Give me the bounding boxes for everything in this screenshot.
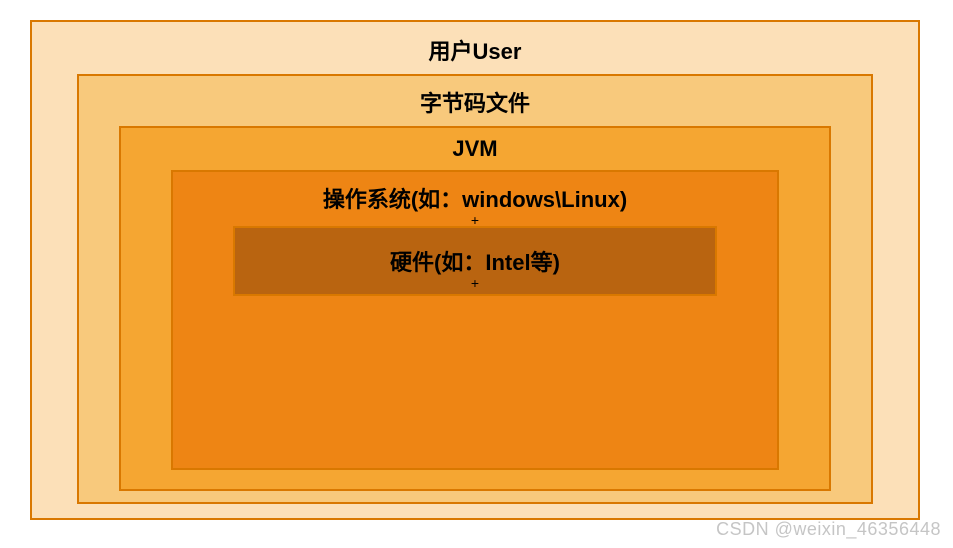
layer-hardware-label: 硬件(如：Intel等) <box>390 245 560 277</box>
layer-user-label: 用户User <box>77 34 873 66</box>
layer-jvm: JVM 操作系统(如：windows\Linux) 硬件(如：Intel等) <box>119 126 831 491</box>
layer-user: 用户User 字节码文件 JVM 操作系统(如：windows\Linux) 硬… <box>30 20 920 520</box>
watermark-text: CSDN @weixin_46356448 <box>716 519 941 540</box>
layer-jvm-label: JVM <box>171 136 779 162</box>
layer-os: 操作系统(如：windows\Linux) 硬件(如：Intel等) <box>171 170 779 470</box>
layer-bytecode: 字节码文件 JVM 操作系统(如：windows\Linux) 硬件(如：Int… <box>77 74 873 504</box>
layer-bytecode-label: 字节码文件 <box>119 86 831 118</box>
layer-hardware: 硬件(如：Intel等) <box>233 226 717 296</box>
layer-os-label: 操作系统(如：windows\Linux) <box>233 182 717 214</box>
